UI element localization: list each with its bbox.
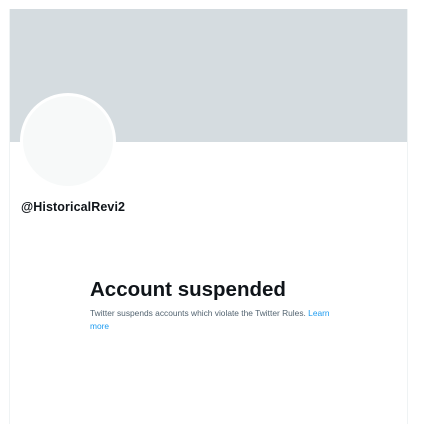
profile-handle: @HistoricalRevi2 [21,200,126,214]
suspension-title: Account suspended [90,278,286,301]
suspension-description-container: Twitter suspends accounts which violate … [90,307,335,333]
page: @HistoricalRevi2 Account suspended Twitt… [0,0,424,424]
profile-avatar [20,93,116,189]
profile-column: @HistoricalRevi2 Account suspended Twitt… [9,9,408,424]
suspension-notice: Account suspended Twitter suspends accou… [90,277,340,333]
suspension-description: Twitter suspends accounts which violate … [90,308,309,318]
